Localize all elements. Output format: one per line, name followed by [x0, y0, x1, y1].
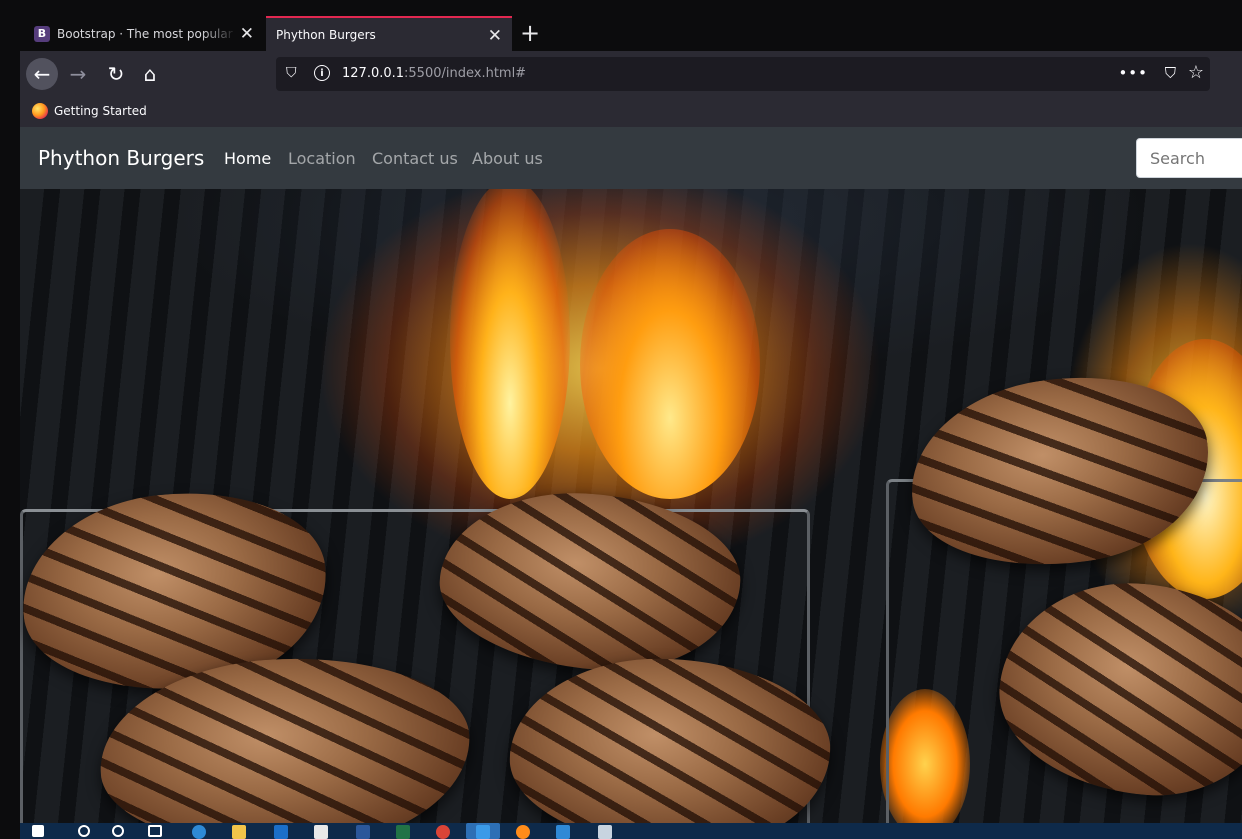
url-bar[interactable]: ⛉ i 127.0.0.1:5500/index.html# ••• ⛉ ☆: [276, 57, 1210, 91]
flame-shape: [580, 229, 760, 499]
close-tab-icon[interactable]: ✕: [240, 24, 254, 44]
flame-shape: [450, 189, 570, 499]
home-icon[interactable]: ⌂: [134, 61, 166, 87]
chrome-icon[interactable]: [436, 825, 450, 839]
bookmark-star-icon[interactable]: ☆: [1188, 62, 1204, 83]
new-tab-plus-icon[interactable]: +: [520, 19, 540, 47]
bookmarks-toolbar: Getting Started: [20, 97, 1242, 127]
nav-toolbar: ← → ↻ ⌂ ⛉ i 127.0.0.1:5500/index.html# •…: [20, 51, 1242, 97]
vscode-alt-icon[interactable]: [556, 825, 570, 839]
tab-title: Phython Burgers: [276, 27, 376, 42]
url-text[interactable]: 127.0.0.1:5500/index.html#: [342, 66, 526, 81]
excel-icon[interactable]: [396, 825, 410, 839]
tracking-shield-icon[interactable]: ⛉: [286, 65, 297, 81]
word-icon[interactable]: [356, 825, 370, 839]
reload-icon[interactable]: ↻: [100, 61, 132, 87]
tab-title: Bootstrap · The most popular HTML, CSS, …: [57, 26, 237, 41]
pocket-icon[interactable]: ⛉: [1165, 64, 1176, 82]
cortana-icon[interactable]: [112, 825, 124, 837]
tab-bootstrap[interactable]: B Bootstrap · The most popular HTML, CSS…: [24, 16, 264, 51]
firefox-taskbar-icon[interactable]: [516, 825, 530, 839]
bookmark-getting-started[interactable]: Getting Started: [32, 103, 147, 119]
url-host: 127.0.0.1: [342, 66, 405, 81]
store-icon[interactable]: [314, 825, 328, 839]
nav-link-contact-us[interactable]: Contact us: [372, 149, 458, 168]
page-content: Phython Burgers Home Location Contact us…: [20, 127, 1242, 823]
search-icon[interactable]: [78, 825, 90, 837]
site-info-icon[interactable]: i: [314, 65, 330, 81]
vscode-icon[interactable]: [476, 825, 490, 839]
bootstrap-favicon-icon: B: [34, 25, 50, 42]
browser-window: B Bootstrap · The most popular HTML, CSS…: [20, 0, 1242, 839]
firefox-icon: [32, 103, 48, 119]
mail-icon[interactable]: [274, 825, 288, 839]
nav-link-about-us[interactable]: About us: [472, 149, 543, 168]
page-actions-menu-icon[interactable]: •••: [1118, 64, 1148, 82]
file-explorer-icon[interactable]: [232, 825, 246, 839]
edge-icon[interactable]: [192, 825, 206, 839]
bookmark-label: Getting Started: [54, 104, 147, 118]
site-navbar: Phython Burgers Home Location Contact us…: [20, 127, 1242, 189]
forward-arrow-icon[interactable]: →: [62, 61, 94, 87]
hero-burgers-on-grill-image: [20, 189, 1242, 823]
back-arrow-icon[interactable]: ←: [26, 58, 58, 90]
url-path: :5500/index.html#: [404, 66, 527, 81]
close-tab-icon[interactable]: ✕: [488, 26, 502, 46]
notepad-icon[interactable]: [598, 825, 612, 839]
search-input[interactable]: [1136, 138, 1242, 178]
navbar-brand[interactable]: Phython Burgers: [38, 146, 204, 170]
windows-start-icon[interactable]: [32, 825, 44, 837]
nav-link-location[interactable]: Location: [288, 149, 356, 168]
windows-taskbar: [20, 823, 1242, 839]
tab-strip: B Bootstrap · The most popular HTML, CSS…: [20, 0, 1242, 51]
tab-phython-burgers[interactable]: Phython Burgers ✕: [266, 16, 512, 51]
nav-link-home[interactable]: Home: [224, 149, 271, 168]
task-view-icon[interactable]: [148, 825, 162, 837]
